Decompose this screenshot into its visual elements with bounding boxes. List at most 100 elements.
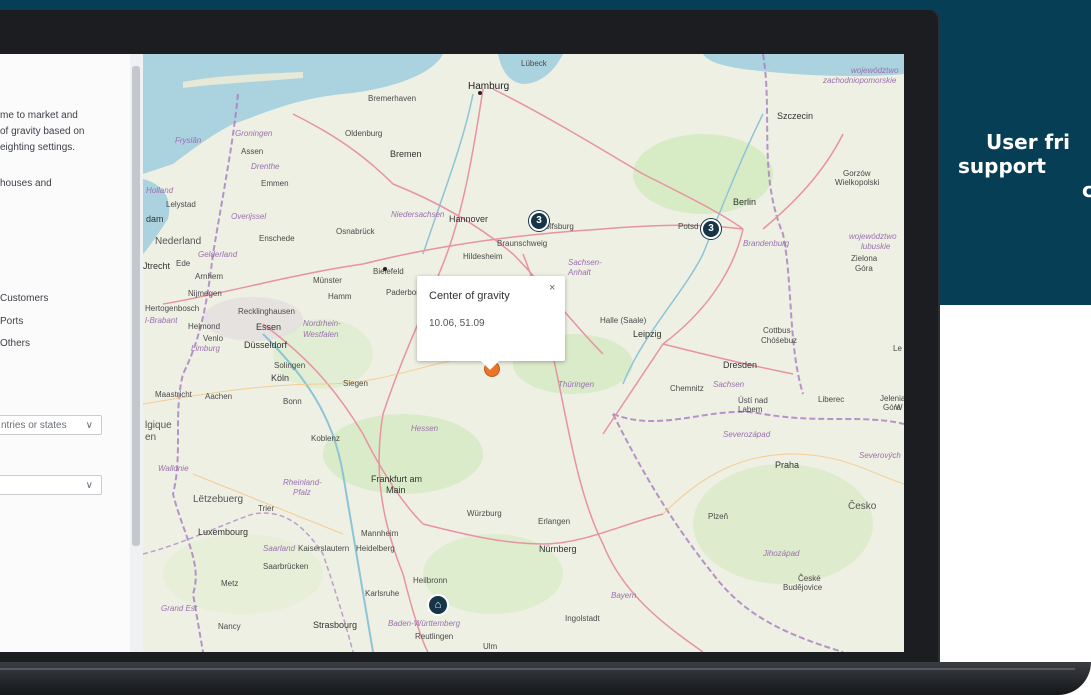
panel-description-line: of gravity based on xyxy=(0,126,85,137)
map-label: Saarland xyxy=(263,544,296,553)
map-label: Gelderland xyxy=(198,250,238,259)
tagline-line-2: support xyxy=(958,154,1046,178)
map-label: lubuskie xyxy=(861,242,891,251)
map-label: Ulm xyxy=(483,642,498,651)
map-label: Solingen xyxy=(274,361,306,370)
map-label: Würzburg xyxy=(467,509,502,518)
map-label: Ústí nad xyxy=(738,396,768,405)
map-label: Zielona xyxy=(851,254,878,263)
map-label: Góra xyxy=(855,264,873,273)
map-label: Grand Est xyxy=(161,604,198,613)
map-label: Gorzów xyxy=(843,169,871,178)
map-label: Siegen xyxy=(343,379,368,388)
map-label: Bonn xyxy=(283,397,302,406)
map-label: Venlo xyxy=(203,334,224,343)
map-label: Koblenz xyxy=(311,434,340,443)
map-label: Reutlingen xyxy=(415,632,454,641)
map-label: Lübeck xyxy=(521,59,547,68)
map-label: Heidelberg xyxy=(356,544,395,553)
map-label: Erlangen xyxy=(538,517,571,526)
panel-scrollbar-thumb[interactable] xyxy=(132,66,140,546)
map-label: Brandenburg xyxy=(743,239,790,248)
map-label: Baden-Württemberg xyxy=(388,619,461,628)
map-label: Overijssel xyxy=(231,212,267,221)
checkbox-customers[interactable]: Customers xyxy=(0,293,48,304)
map-label: Liberec xyxy=(818,395,845,404)
map-label: Sachsen- xyxy=(568,258,602,267)
map-label: Assen xyxy=(241,147,264,156)
laptop-base xyxy=(0,662,1091,695)
map-label: Arnhem xyxy=(195,272,224,281)
map-label: Hamburg xyxy=(468,81,510,92)
map-label: Karlsruhe xyxy=(365,589,400,598)
map-label: Anhalt xyxy=(568,268,591,277)
map-label: Potsd xyxy=(678,222,699,231)
map-label: Szczecin xyxy=(777,111,814,121)
secondary-select[interactable]: ∨ xyxy=(0,475,102,495)
map-label: Pfalz xyxy=(293,488,311,497)
warehouse-marker[interactable]: ⌂ xyxy=(427,594,449,616)
chevron-down-icon: ∨ xyxy=(85,420,93,431)
map-label: Wallonie xyxy=(158,464,189,473)
map-label: České xyxy=(798,574,821,583)
map-label: Nederland xyxy=(155,236,202,247)
laptop-hinge-line xyxy=(0,668,1075,670)
checkbox-others[interactable]: Others xyxy=(0,338,30,349)
map-label: Plzeň xyxy=(708,512,729,521)
map-label: Le xyxy=(893,344,902,353)
map-label: lgique xyxy=(145,420,172,431)
map-label: Trier xyxy=(258,504,275,513)
map-label: Osnabrück xyxy=(336,227,375,236)
map-label: l-Brabant xyxy=(145,316,178,325)
map-label: Severových xyxy=(859,451,901,460)
map-dot xyxy=(383,267,387,271)
map-label: Fryslân xyxy=(175,136,202,145)
map-view[interactable]: Lübeck Hamburg Bremerhaven Bremen Oldenb… xyxy=(143,54,904,652)
map-label: Sachsen xyxy=(713,380,745,389)
map-label: Nürnberg xyxy=(539,544,577,554)
map-label: zachodniopomorskie xyxy=(823,76,897,85)
panel-description-line: houses and xyxy=(0,178,52,189)
map-label: Berlin xyxy=(733,197,757,207)
map-label: Emmen xyxy=(261,179,289,188)
map-label: Strasbourg xyxy=(313,620,358,630)
map-label: Ingolstadt xyxy=(565,614,600,623)
map-label: Česko xyxy=(848,501,877,512)
map-label: województwo xyxy=(849,232,897,241)
settings-panel: me to market and of gravity based on eig… xyxy=(0,54,130,652)
map-label: Limburg xyxy=(191,344,220,353)
map-label: Labem xyxy=(738,405,763,414)
map-label: Nancy xyxy=(218,622,241,631)
map-label: Aachen xyxy=(205,392,233,401)
map-label: Metz xyxy=(221,579,239,588)
panel-description-line: eighting settings. xyxy=(0,142,76,153)
map-label: Münster xyxy=(313,276,342,285)
map-label: Hildesheim xyxy=(463,252,503,261)
map-label: Chóśebuz xyxy=(761,336,798,345)
region-select[interactable]: ntries or states ∨ xyxy=(0,415,102,435)
map-label: Hertogenbosch xyxy=(145,304,200,313)
map-label: Groningen xyxy=(235,129,273,138)
tagline-line-1: User fri xyxy=(986,130,1070,154)
map-label: Leipzig xyxy=(633,329,662,339)
map-label: Chemnitz xyxy=(670,384,704,393)
map-label: Holland xyxy=(146,186,174,195)
map-label: Nijmegen xyxy=(188,289,222,298)
map-label: Westfalen xyxy=(303,330,339,339)
house-icon: ⌂ xyxy=(434,599,442,611)
map-label: Hamm xyxy=(328,292,352,301)
close-icon[interactable]: × xyxy=(549,282,555,294)
map-label: Lelystad xyxy=(166,200,196,209)
map-label: Mannheim xyxy=(361,529,399,538)
checkbox-ports[interactable]: Ports xyxy=(0,316,23,327)
map-label: Köln xyxy=(271,373,290,383)
map-label: Lëtzebuerg xyxy=(193,494,244,505)
tagline-line-3: c xyxy=(1082,178,1091,202)
chevron-down-icon: ∨ xyxy=(85,480,93,491)
map-label: Main xyxy=(386,485,406,495)
map-label: Braunschweig xyxy=(497,239,548,248)
cluster-marker-hannover[interactable]: 3 xyxy=(529,211,549,231)
map-label: Hessen xyxy=(411,424,439,433)
cluster-marker-berlin[interactable]: 3 xyxy=(701,219,721,239)
map-label: Dresden xyxy=(723,360,758,370)
